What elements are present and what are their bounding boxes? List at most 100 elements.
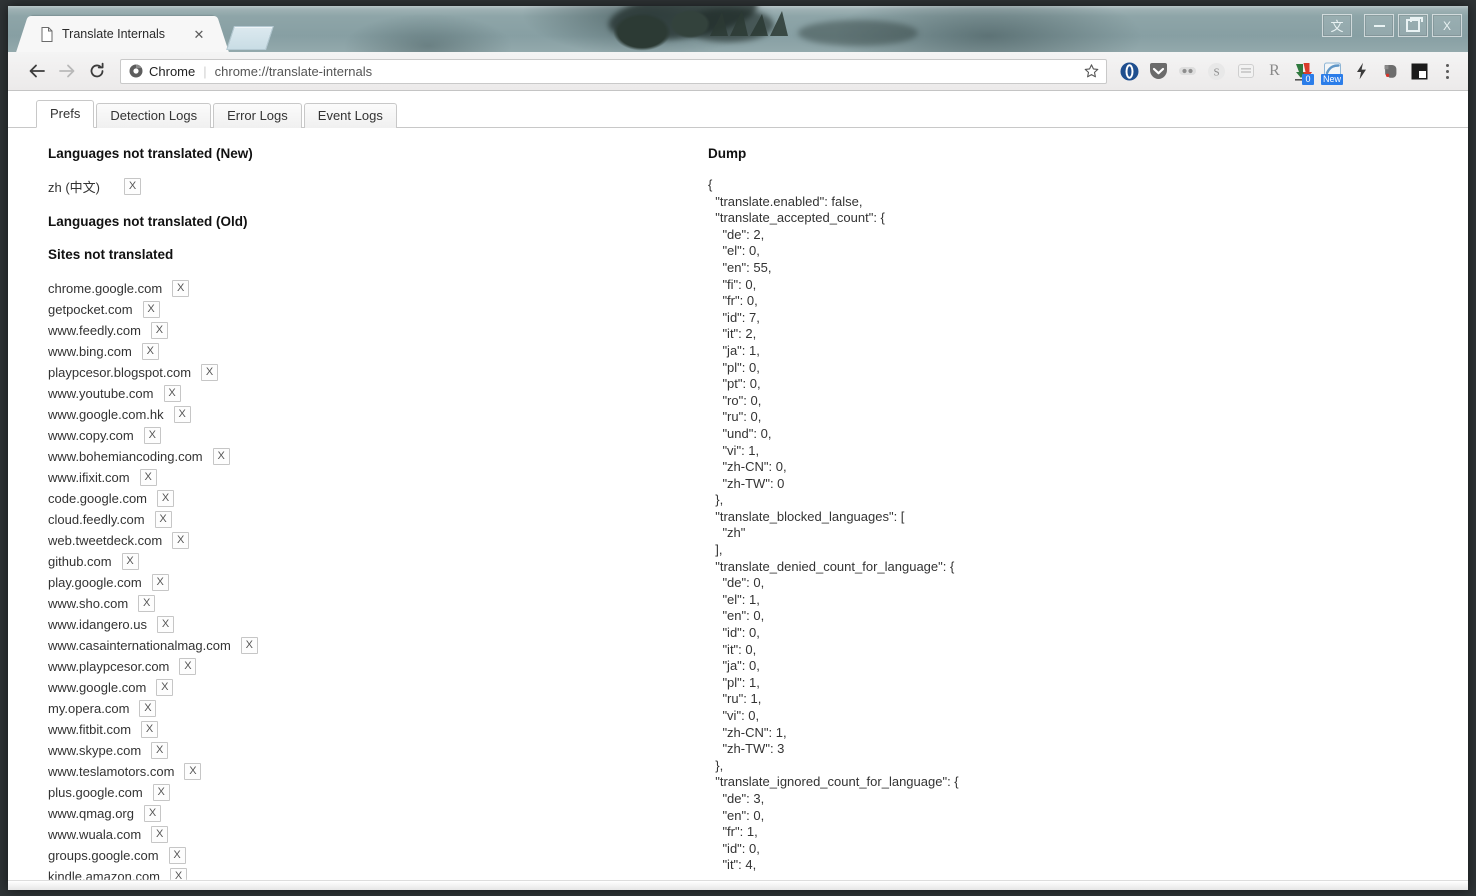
remove-site-button[interactable]: X	[151, 742, 169, 759]
remove-site-button[interactable]: X	[151, 826, 169, 843]
remove-site-button[interactable]: X	[157, 616, 174, 633]
browser-tab-translate-internals[interactable]: Translate Internals ✕	[30, 16, 215, 52]
restore-button[interactable]	[1398, 14, 1428, 37]
remove-site-button[interactable]: X	[143, 427, 161, 444]
remove-site-button[interactable]: X	[172, 532, 190, 549]
tab-detection-logs[interactable]: Detection Logs	[96, 103, 212, 128]
dump-heading: Dump	[708, 146, 747, 161]
window-caption-buttons: 文 X	[1318, 14, 1462, 37]
remove-site-button[interactable]: X	[201, 364, 219, 381]
remove-site-button[interactable]: X	[168, 847, 186, 864]
prefs-right-column: Dump { "translate.enabled": false, "tran…	[708, 146, 1428, 890]
site-row: www.playpcesor.com X	[48, 656, 708, 677]
site-row: www.bing.com X	[48, 341, 708, 362]
site-row: getpocket.com X	[48, 299, 708, 320]
lightning-icon[interactable]	[1347, 56, 1376, 86]
desktop-background: 文 X Translate Internals ✕ Chrome | chrom…	[0, 0, 1476, 896]
forward-arrow-icon	[59, 64, 75, 78]
languages-old-heading: Languages not translated (Old)	[48, 214, 248, 229]
back-button[interactable]	[22, 56, 52, 86]
site-name: github.com	[48, 554, 112, 569]
site-row: www.sho.com X	[48, 593, 708, 614]
remove-site-button[interactable]: X	[172, 280, 190, 297]
tab-error-logs[interactable]: Error Logs	[213, 103, 302, 128]
site-row: github.com X	[48, 551, 708, 572]
remove-site-button[interactable]: X	[212, 448, 230, 465]
bookmark-star-icon[interactable]	[1083, 63, 1100, 80]
site-name: groups.google.com	[48, 848, 159, 863]
instapaper-glyph	[1179, 67, 1196, 75]
pocket-icon[interactable]	[1144, 56, 1173, 86]
minimize-button[interactable]	[1364, 14, 1394, 37]
readability-icon[interactable]: R	[1260, 56, 1289, 86]
prefs-columns: Languages not translated (New) zh (中文) X …	[8, 128, 1468, 890]
remove-site-button[interactable]: X	[156, 679, 174, 696]
remove-site-button[interactable]: X	[157, 490, 175, 507]
new-tab-button[interactable]	[226, 26, 274, 50]
site-name: www.google.com	[48, 680, 147, 695]
pocket-window-icon[interactable]	[1405, 56, 1434, 86]
close-button[interactable]: X	[1432, 14, 1462, 37]
remove-site-button[interactable]: X	[121, 553, 139, 570]
chrome-menu-button[interactable]	[1434, 56, 1460, 86]
remove-site-button[interactable]: X	[143, 805, 161, 822]
back-arrow-icon	[29, 64, 45, 78]
sites-not-translated-list: chrome.google.com Xgetpocket.com Xwww.feed…	[48, 278, 708, 890]
omnibox[interactable]: Chrome | chrome://translate-internals	[120, 58, 1107, 84]
pocket-window-glyph	[1411, 63, 1428, 79]
reload-icon	[90, 62, 104, 78]
site-row: web.tweetdeck.com X	[48, 530, 708, 551]
forward-button[interactable]	[52, 56, 82, 86]
remove-site-button[interactable]: X	[141, 721, 159, 738]
site-row: play.google.com X	[48, 572, 708, 593]
remove-site-button[interactable]: X	[240, 637, 258, 654]
opera-sync-icon[interactable]	[1115, 56, 1144, 86]
remove-site-button[interactable]: X	[150, 322, 168, 339]
site-name: www.bohemiancoding.com	[48, 449, 203, 464]
omnibox-url-text[interactable]: chrome://translate-internals	[215, 64, 1083, 79]
site-name: www.teslamotors.com	[48, 764, 175, 779]
remove-site-button[interactable]: X	[139, 700, 157, 717]
remove-site-button[interactable]: X	[152, 784, 170, 801]
site-row: www.bohemiancoding.com X	[48, 446, 708, 467]
reading-list-icon[interactable]	[1231, 56, 1260, 86]
remove-site-button[interactable]: X	[151, 574, 169, 591]
site-row: www.qmag.org X	[48, 803, 708, 824]
site-name: playpcesor.blogspot.com	[48, 365, 192, 380]
remove-site-button[interactable]: X	[179, 658, 197, 675]
remove-site-button[interactable]: X	[139, 469, 157, 486]
dump-json-text: { "translate.enabled": false, "translate…	[708, 177, 959, 873]
tab-event-logs[interactable]: Event Logs	[303, 103, 397, 128]
site-row: www.skype.com X	[48, 740, 708, 761]
remove-site-button[interactable]: X	[184, 763, 202, 780]
extension-icons: S R 0 New	[1115, 56, 1434, 86]
tab-close-icon[interactable]: ✕	[191, 26, 207, 42]
skitch-glyph: S	[1208, 62, 1225, 80]
download-manager-icon[interactable]: 0	[1289, 56, 1318, 86]
language-switch-button[interactable]: 文	[1322, 14, 1352, 37]
remove-site-button[interactable]: X	[141, 343, 159, 360]
tab-prefs[interactable]: Prefs	[36, 100, 95, 128]
new-tab-extension-icon[interactable]: New	[1318, 56, 1347, 86]
remove-language-button[interactable]: X	[124, 178, 142, 195]
site-name: cloud.feedly.com	[48, 512, 145, 527]
remove-site-button[interactable]: X	[138, 595, 156, 612]
instapaper-icon[interactable]	[1173, 56, 1202, 86]
remove-site-button[interactable]: X	[173, 406, 191, 423]
site-row: www.feedly.com X	[48, 320, 708, 341]
remove-site-button[interactable]: X	[163, 385, 181, 402]
skitch-icon[interactable]: S	[1202, 56, 1231, 86]
site-name: www.qmag.org	[48, 806, 134, 821]
site-row: www.fitbit.com X	[48, 719, 708, 740]
prefs-left-column: Languages not translated (New) zh (中文) X …	[8, 146, 708, 890]
reload-button[interactable]	[82, 56, 112, 86]
evernote-icon[interactable]	[1376, 56, 1405, 86]
browser-toolbar: Chrome | chrome://translate-internals S …	[8, 52, 1468, 91]
site-row: www.teslamotors.com X	[48, 761, 708, 782]
site-row: code.google.com X	[48, 488, 708, 509]
omnibox-separator: |	[203, 63, 207, 79]
remove-site-button[interactable]: X	[142, 301, 160, 318]
svg-text:S: S	[1213, 66, 1219, 78]
download-count-badge: 0	[1302, 74, 1314, 85]
remove-site-button[interactable]: X	[154, 511, 172, 528]
